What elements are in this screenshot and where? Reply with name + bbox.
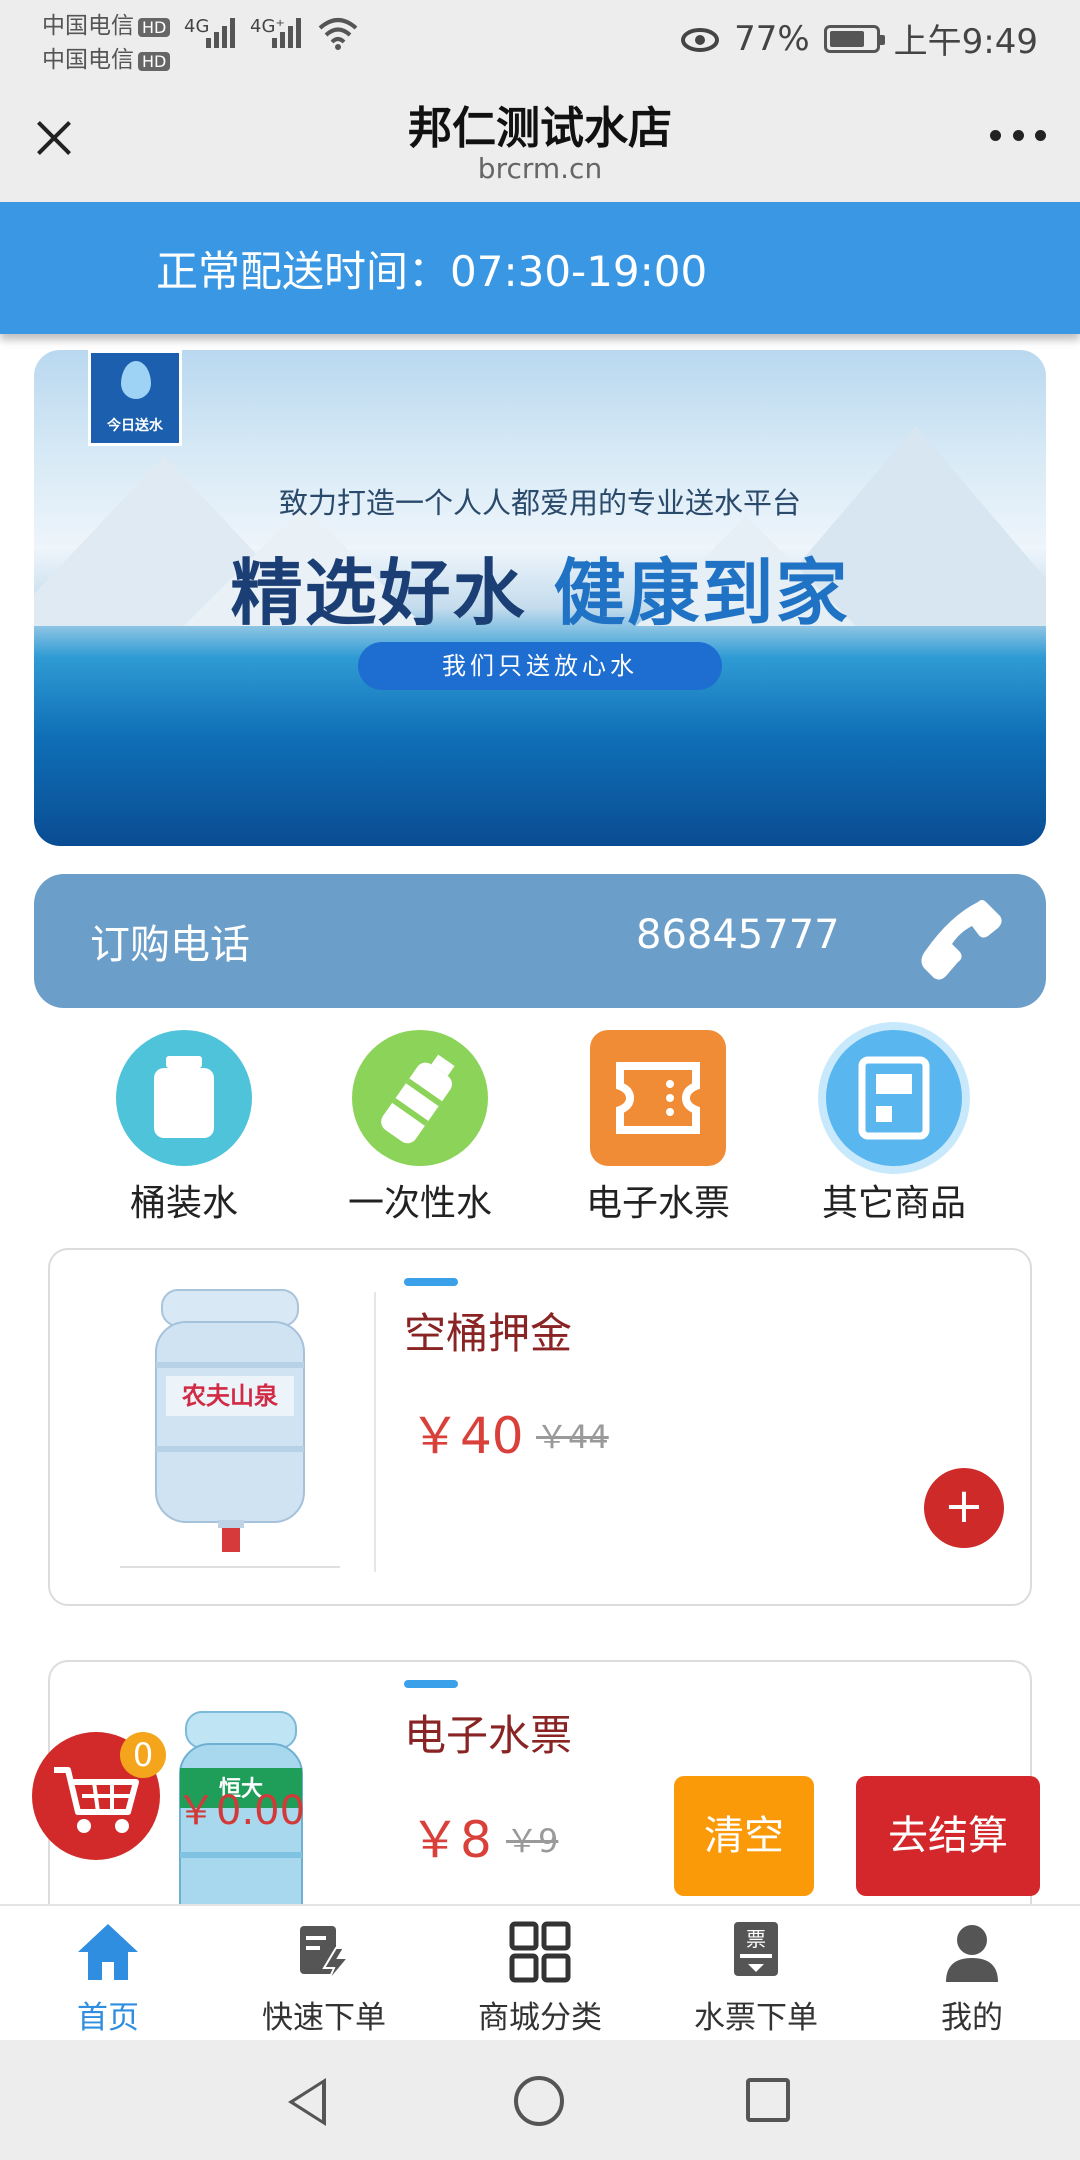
grid-category-icon [508, 1920, 572, 1984]
bottom-nav: 首页 快速下单 商城分类 票 水票下单 我的 [0, 1904, 1080, 2040]
recent-apps-icon[interactable] [746, 2078, 790, 2122]
category-other-goods[interactable]: 其它商品 [794, 1030, 994, 1226]
quick-order-icon [292, 1920, 356, 1984]
phone-icon[interactable] [916, 896, 1006, 986]
phone-number: 86845777 [636, 912, 840, 958]
svg-text:农夫山泉: 农夫山泉 [181, 1382, 279, 1410]
nav-quick-order[interactable]: 快速下单 [216, 1920, 432, 2037]
add-to-cart-button[interactable]: + [924, 1468, 1004, 1548]
dispenser-icon [826, 1030, 962, 1166]
carrier-1: 中国电信 HD [42, 6, 171, 40]
back-icon[interactable] [288, 2078, 326, 2126]
page-url: brcrm.cn [477, 152, 603, 185]
carrier-2: 中国电信 HD [42, 40, 171, 74]
status-bar: 中国电信 HD 中国电信 HD 4G 4G⁺ 77% 上午9:49 [0, 0, 1080, 74]
product-title: 电子水票 [404, 1711, 573, 1760]
checkout-button[interactable]: 去结算 [856, 1776, 1040, 1896]
battery-icon [823, 24, 885, 53]
category-e-ticket[interactable]: 电子水票 [558, 1030, 758, 1226]
order-phone-bar[interactable]: 订购电话 86845777 [34, 874, 1046, 1008]
product-card[interactable]: 农夫山泉 空桶押金 ￥40 ￥44 + [48, 1248, 1032, 1606]
eye-comfort-icon [681, 27, 720, 52]
bottle-icon [352, 1030, 488, 1166]
wifi-icon [318, 18, 358, 50]
category-row: 桶装水 一次性水 电子水票 其它商品 [0, 1030, 1080, 1230]
cart-total: ￥0.00 [176, 1788, 306, 1834]
product-tag [404, 1680, 458, 1688]
brand-logo: 今日送水 [88, 350, 182, 446]
battery-percent: 77% [734, 18, 810, 59]
svg-text:票: 票 [746, 1927, 766, 1951]
delivery-time-banner: 正常配送时间：07:30-19:00 [0, 202, 1080, 334]
clock: 上午9:49 [893, 22, 1038, 62]
product-original-price: ￥44 [536, 1418, 609, 1456]
product-tag [404, 1278, 458, 1286]
barrel-water-icon [116, 1030, 252, 1166]
ticket-order-icon: 票 [724, 1920, 788, 1984]
system-nav-bar [0, 2040, 1080, 2160]
page-title: 邦仁测试水店 [408, 103, 672, 154]
product-original-price: ￥9 [506, 1822, 559, 1860]
nav-home[interactable]: 首页 [0, 1920, 216, 2037]
product-price: ￥40 [410, 1407, 524, 1465]
water-barrel-image: 农夫山泉 [120, 1289, 340, 1568]
signal-icon-2 [272, 18, 301, 48]
signal-icon [206, 18, 235, 48]
hero-pill: 我们只送放心水 [358, 642, 722, 690]
nav-category[interactable]: 商城分类 [432, 1920, 648, 2037]
phone-label: 订购电话 [90, 922, 250, 968]
more-options-button[interactable] [990, 130, 1046, 144]
hero-tagline: 致力打造一个人人都爱用的专业送水平台 [278, 486, 801, 520]
delivery-time-text: 正常配送时间：07:30-19:00 [156, 247, 708, 296]
category-barrel-water[interactable]: 桶装水 [84, 1030, 284, 1226]
home-icon [76, 1920, 140, 1984]
cart-count-badge: 0 [120, 1732, 166, 1778]
category-disposable-water[interactable]: 一次性水 [320, 1030, 520, 1226]
home-circle-icon[interactable] [514, 2076, 564, 2126]
hero-headline: 精选好水 健康到家 [230, 551, 850, 635]
nav-profile[interactable]: 我的 [864, 1920, 1080, 2037]
hero-banner[interactable]: 今日送水 致力打造一个人人都爱用的专业送水平台 精选好水 健康到家 我们只送放心… [34, 350, 1046, 846]
water-drop-icon [121, 361, 151, 399]
clear-cart-button[interactable]: 清空 [674, 1776, 814, 1896]
title-bar: 邦仁测试水店 brcrm.cn [0, 74, 1080, 202]
product-price: ￥8 [410, 1811, 492, 1869]
user-icon [940, 1920, 1004, 1984]
product-title: 空桶押金 [404, 1309, 573, 1358]
nav-ticket-order[interactable]: 票 水票下单 [648, 1920, 864, 2037]
ticket-icon [590, 1030, 726, 1166]
